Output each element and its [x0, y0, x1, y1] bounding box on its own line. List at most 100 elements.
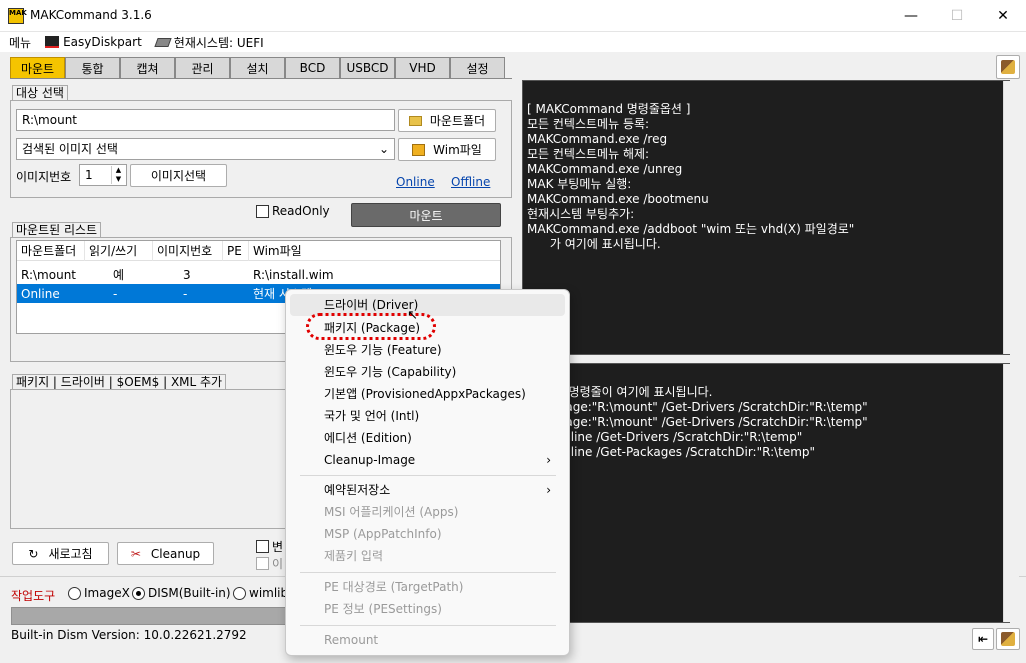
enter-button[interactable]: ⇤	[972, 628, 994, 650]
window-title: MAKCommand 3.1.6	[30, 8, 152, 22]
ctx-item-feature[interactable]: 윈도우 기능 (Feature)	[290, 339, 565, 361]
ctx-item-msi-apps: MSI 어플리케이션 (Apps)	[324, 505, 459, 519]
mount-button[interactable]: 마운트	[351, 203, 501, 227]
ctx-item-remount: Remount	[324, 633, 379, 647]
col-pe[interactable]: PE	[223, 240, 249, 261]
menu-item-easydiskpart[interactable]: EasyDiskpart	[45, 35, 142, 49]
wim-file-label: Wim파일	[433, 143, 482, 157]
clear-output-button[interactable]	[996, 55, 1020, 79]
readonly-checkbox[interactable]: ReadOnly	[256, 204, 330, 218]
dism-radio[interactable]: DISM(Built-in)	[132, 586, 231, 600]
context-menu: 드라이버 (Driver) 패키지 (Package) 윈도우 기능 (Feat…	[285, 289, 570, 656]
ctx-item-cleanup-image[interactable]: Cleanup-Image ›	[290, 449, 565, 471]
minimize-button[interactable]: —	[888, 0, 934, 32]
offline-link[interactable]: Offline	[451, 175, 490, 189]
tab-vhd[interactable]: VHD	[395, 57, 450, 79]
help-line: 가 여기에 표시됩니다.	[527, 237, 661, 251]
imagex-radio[interactable]: ImageX	[68, 586, 130, 600]
mount-folder-button[interactable]: 마운트폴더	[398, 109, 496, 132]
ctx-item-msp: MSP (AppPatchInfo)	[324, 527, 442, 541]
image-select-dropdown[interactable]: 검색된 이미지 선택 ⌄	[16, 138, 395, 160]
dism-label: DISM(Built-in)	[148, 586, 231, 600]
col-image-number[interactable]: 이미지번호	[153, 240, 223, 261]
online-link[interactable]: Online	[396, 175, 435, 189]
ctx-cleanup-label: Cleanup-Image	[324, 453, 416, 467]
stepper-arrows-icon[interactable]: ▲ ▼	[111, 166, 125, 184]
broom-icon	[1001, 632, 1015, 646]
mounted-list-label: 마운트된 리스트	[12, 222, 102, 238]
tab-mount[interactable]: 마운트	[10, 57, 65, 79]
image-number-label: 이미지번호	[16, 170, 72, 184]
ctx-item-capability[interactable]: 윈도우 기능 (Capability)	[290, 361, 565, 383]
mount-folder-label: 마운트폴더	[429, 114, 486, 128]
ctx-separator	[300, 475, 556, 476]
readonly-label: ReadOnly	[272, 204, 330, 218]
tab-integrate[interactable]: 통합	[65, 57, 120, 79]
cell-image-number: 3	[183, 267, 191, 282]
ctx-separator	[300, 572, 556, 573]
cell-mount-folder: Online	[21, 286, 60, 301]
chip-icon	[154, 37, 172, 47]
wimlib-label: wimlib	[249, 586, 289, 600]
help-line: [ MAKCommand 명령줄옵션 ]	[527, 102, 691, 116]
imagex-radio-circle[interactable]	[68, 586, 81, 600]
col-wim-file[interactable]: Wim파일	[249, 241, 499, 261]
tab-settings[interactable]: 설정	[450, 57, 505, 79]
table-row[interactable]: R:\mount 예 3 R:\install.wim	[17, 265, 500, 284]
title-bar	[0, 0, 1026, 32]
col-read-write[interactable]: 읽기/쓰기	[85, 240, 153, 261]
menu-item-system[interactable]: 현재시스템: UEFI	[154, 34, 264, 51]
tab-usbcd[interactable]: USBCD	[340, 57, 395, 79]
clear-output-button-bottom[interactable]	[996, 628, 1020, 650]
image-select-value: 검색된 이미지 선택	[22, 142, 118, 156]
app-logo-icon: MAK	[8, 8, 27, 24]
easydiskpart-label: EasyDiskpart	[63, 35, 142, 49]
maximize-button[interactable]: ☐	[934, 0, 980, 32]
chevron-down-icon: ⌄	[378, 142, 389, 156]
output-scrollbar[interactable]	[1003, 364, 1019, 622]
ctx-item-pe-settings: PE 정보 (PESettings)	[324, 602, 442, 616]
menu-item-menu[interactable]: 메뉴	[9, 34, 31, 51]
ctx-reserved-label: 예약된저장소	[324, 483, 391, 497]
option-checkbox-2[interactable]: 이	[256, 555, 283, 572]
option-checkbox-1[interactable]: 변	[256, 538, 283, 555]
submenu-chevron-icon: ›	[546, 483, 551, 497]
wim-file-button[interactable]: Wim파일	[398, 138, 496, 161]
wimlib-radio[interactable]: wimlib	[233, 586, 288, 600]
tab-install[interactable]: 설치	[230, 57, 285, 79]
imagex-label: ImageX	[84, 586, 130, 600]
mount-path-input[interactable]: R:\mount	[16, 109, 395, 131]
mounted-list-header: 마운트폴더 읽기/쓰기 이미지번호 PE Wim파일	[17, 240, 500, 261]
output-line: mage:"R:\mount" /Get-Drivers /ScratchDir…	[527, 415, 868, 429]
cleanup-button[interactable]: ✂ Cleanup	[117, 542, 214, 565]
option-label-1: 변	[272, 540, 284, 554]
cell-image-number: -	[183, 286, 188, 301]
ctx-item-appx[interactable]: 기본앱 (ProvisionedAppxPackages)	[290, 383, 565, 405]
ctx-item-edition[interactable]: 에디션 (Edition)	[290, 427, 565, 449]
help-scrollbar[interactable]	[1003, 81, 1019, 354]
enter-arrow-icon: ⇤	[977, 632, 989, 646]
tab-bcd[interactable]: BCD	[285, 57, 340, 79]
cell-wim-file: R:\install.wim	[253, 267, 334, 282]
ctx-item-product-key: 제품키 입력	[324, 549, 384, 563]
tab-capture[interactable]: 캡쳐	[120, 57, 175, 79]
ctx-item-reserved-storage[interactable]: 예약된저장소 ›	[290, 479, 565, 501]
option-check-box-2[interactable]	[256, 557, 269, 570]
ctx-item-intl[interactable]: 국가 및 언어 (Intl)	[290, 405, 565, 427]
image-number-stepper[interactable]: 1 ▲ ▼	[79, 164, 127, 186]
col-mount-folder[interactable]: 마운트폴더	[17, 240, 85, 261]
readonly-check-box[interactable]	[256, 204, 269, 218]
refresh-button[interactable]: ↻ 새로고침	[12, 542, 109, 565]
tab-manage[interactable]: 관리	[175, 57, 230, 79]
submenu-chevron-icon: ›	[546, 453, 551, 467]
output-line: mage:"R:\mount" /Get-Drivers /ScratchDir…	[527, 400, 868, 414]
mouse-cursor-icon: ↖	[407, 308, 418, 323]
output-line: Online /Get-Drivers /ScratchDir:"R:\temp…	[527, 430, 803, 444]
dism-radio-circle[interactable]	[132, 586, 145, 600]
help-line: 현재시스템 부팅추가:	[527, 207, 635, 221]
image-select-button[interactable]: 이미지선택	[130, 164, 227, 187]
cell-read-write: 예	[113, 268, 125, 282]
option-check-box-1[interactable]	[256, 540, 269, 553]
close-button[interactable]: ✕	[980, 0, 1026, 32]
wimlib-radio-circle[interactable]	[233, 586, 246, 600]
